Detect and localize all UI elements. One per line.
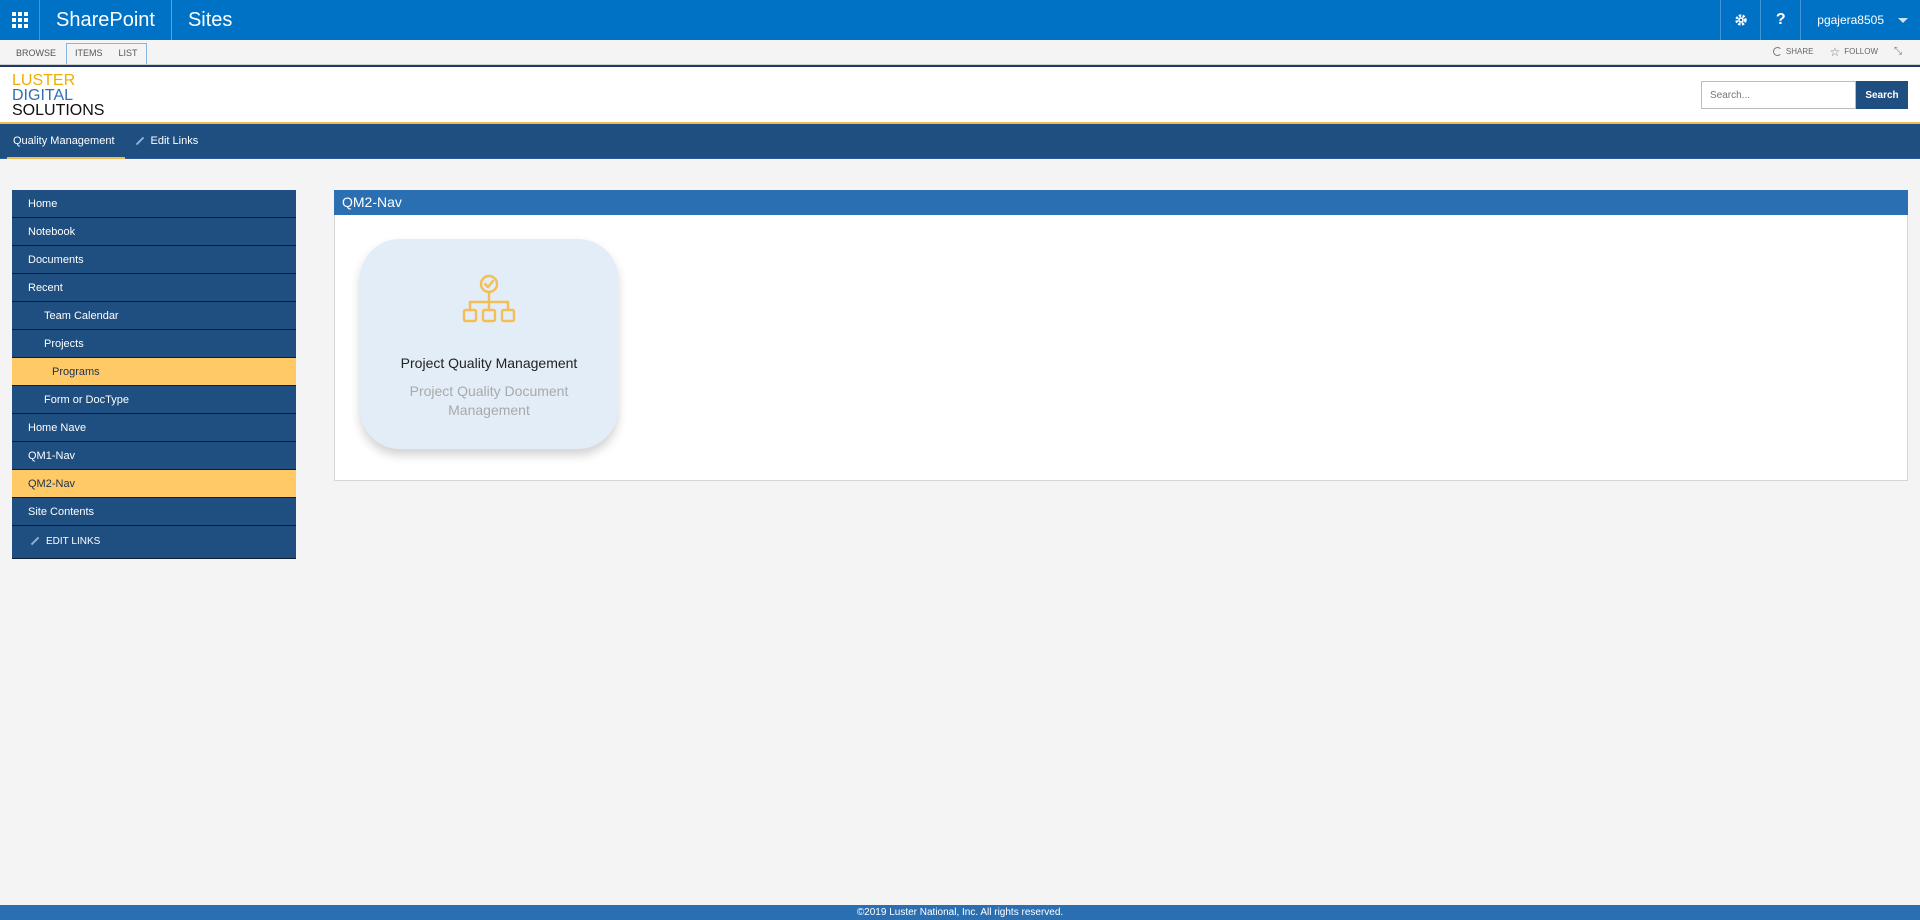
help-button[interactable]: ? [1760, 0, 1800, 40]
nav-item-programs[interactable]: Programs [12, 358, 296, 386]
search-box: Search [1701, 81, 1908, 109]
logo-line-1: LUSTER [12, 72, 76, 89]
nav-item-team-calendar[interactable]: Team Calendar [12, 302, 296, 330]
nav-item-notebook[interactable]: Notebook [12, 218, 296, 246]
nav-item-qm1-nav[interactable]: QM1-Nav [12, 442, 296, 470]
site-header: LUSTER DIGITAL SOLUTIONS Search [0, 65, 1920, 124]
app-launcher-button[interactable] [0, 0, 40, 40]
list-tools-tab-group: ITEMS LIST [66, 43, 147, 64]
nav-item-documents[interactable]: Documents [12, 246, 296, 274]
suite-bar: SharePoint Sites ? pgajera8505 [0, 0, 1920, 40]
user-name: pgajera8505 [1817, 13, 1884, 27]
tile-title: Project Quality Management [400, 355, 578, 371]
chevron-down-icon [1898, 17, 1908, 23]
user-menu[interactable]: pgajera8505 [1800, 0, 1920, 40]
webpart-body: Project Quality Management Project Quali… [334, 215, 1908, 481]
search-button[interactable]: Search [1856, 81, 1908, 109]
settings-button[interactable] [1720, 0, 1760, 40]
logo-line-3: SOLUTIONS [12, 102, 105, 119]
nav-item-projects[interactable]: Projects [12, 330, 296, 358]
share-icon [1772, 47, 1782, 56]
focus-on-content-button[interactable]: ⤡ [1894, 46, 1902, 57]
sites-link[interactable]: Sites [172, 9, 248, 32]
site-logo[interactable]: LUSTER DIGITAL SOLUTIONS [12, 72, 105, 119]
share-label: SHARE [1785, 47, 1814, 56]
follow-label: FOLLOW [1844, 47, 1878, 56]
top-navigation: Quality Management Edit Links [0, 124, 1920, 159]
gear-icon [1735, 14, 1747, 26]
follow-button[interactable]: ☆ FOLLOW [1829, 46, 1878, 58]
help-icon: ? [1775, 11, 1786, 28]
tab-browse[interactable]: BROWSE [8, 44, 64, 64]
webpart-title: QM2-Nav [334, 190, 1908, 215]
footer: ©2019 Luster National, Inc. All rights r… [0, 905, 1920, 920]
ribbon-bar: BROWSE ITEMS LIST SHARE ☆ FOLLOW ⤡ [0, 40, 1920, 65]
webpart-qm2-nav: QM2-Nav Project Quality Management Proje… [334, 190, 1908, 481]
share-button[interactable]: SHARE [1772, 47, 1814, 56]
search-input[interactable] [1701, 81, 1856, 109]
tile-subtitle: Project Quality Document Management [409, 383, 569, 418]
waffle-icon [11, 12, 28, 28]
nav-item-qm2-nav[interactable]: QM2-Nav [12, 470, 296, 498]
nav-edit-links[interactable]: EDIT LINKS [12, 526, 296, 559]
edit-links-label: Edit Links [150, 134, 199, 147]
org-chart-icon [462, 274, 516, 323]
focus-icon: ⤡ [1894, 46, 1902, 57]
topnav-edit-links[interactable]: Edit Links [125, 124, 209, 159]
tab-items[interactable]: ITEMS [67, 44, 111, 64]
nav-item-form-or-doctype[interactable]: Form or DocType [12, 386, 296, 414]
nav-item-recent[interactable]: Recent [12, 274, 296, 302]
pencil-icon [135, 136, 144, 145]
topnav-item-quality-management[interactable]: Quality Management [3, 124, 125, 159]
edit-links-label: EDIT LINKS [46, 536, 101, 547]
tile-project-quality-management[interactable]: Project Quality Management Project Quali… [360, 239, 618, 449]
nav-item-home-nave[interactable]: Home Nave [12, 414, 296, 442]
quick-launch: Home Notebook Documents Recent Team Cale… [12, 190, 296, 559]
nav-item-site-contents[interactable]: Site Contents [12, 498, 296, 526]
nav-item-home[interactable]: Home [12, 190, 296, 218]
sharepoint-brand-link[interactable]: SharePoint [40, 0, 172, 40]
pencil-icon [30, 537, 40, 546]
star-icon: ☆ [1829, 44, 1841, 59]
tab-list[interactable]: LIST [111, 44, 146, 64]
logo-line-2: DIGITAL [12, 87, 74, 104]
